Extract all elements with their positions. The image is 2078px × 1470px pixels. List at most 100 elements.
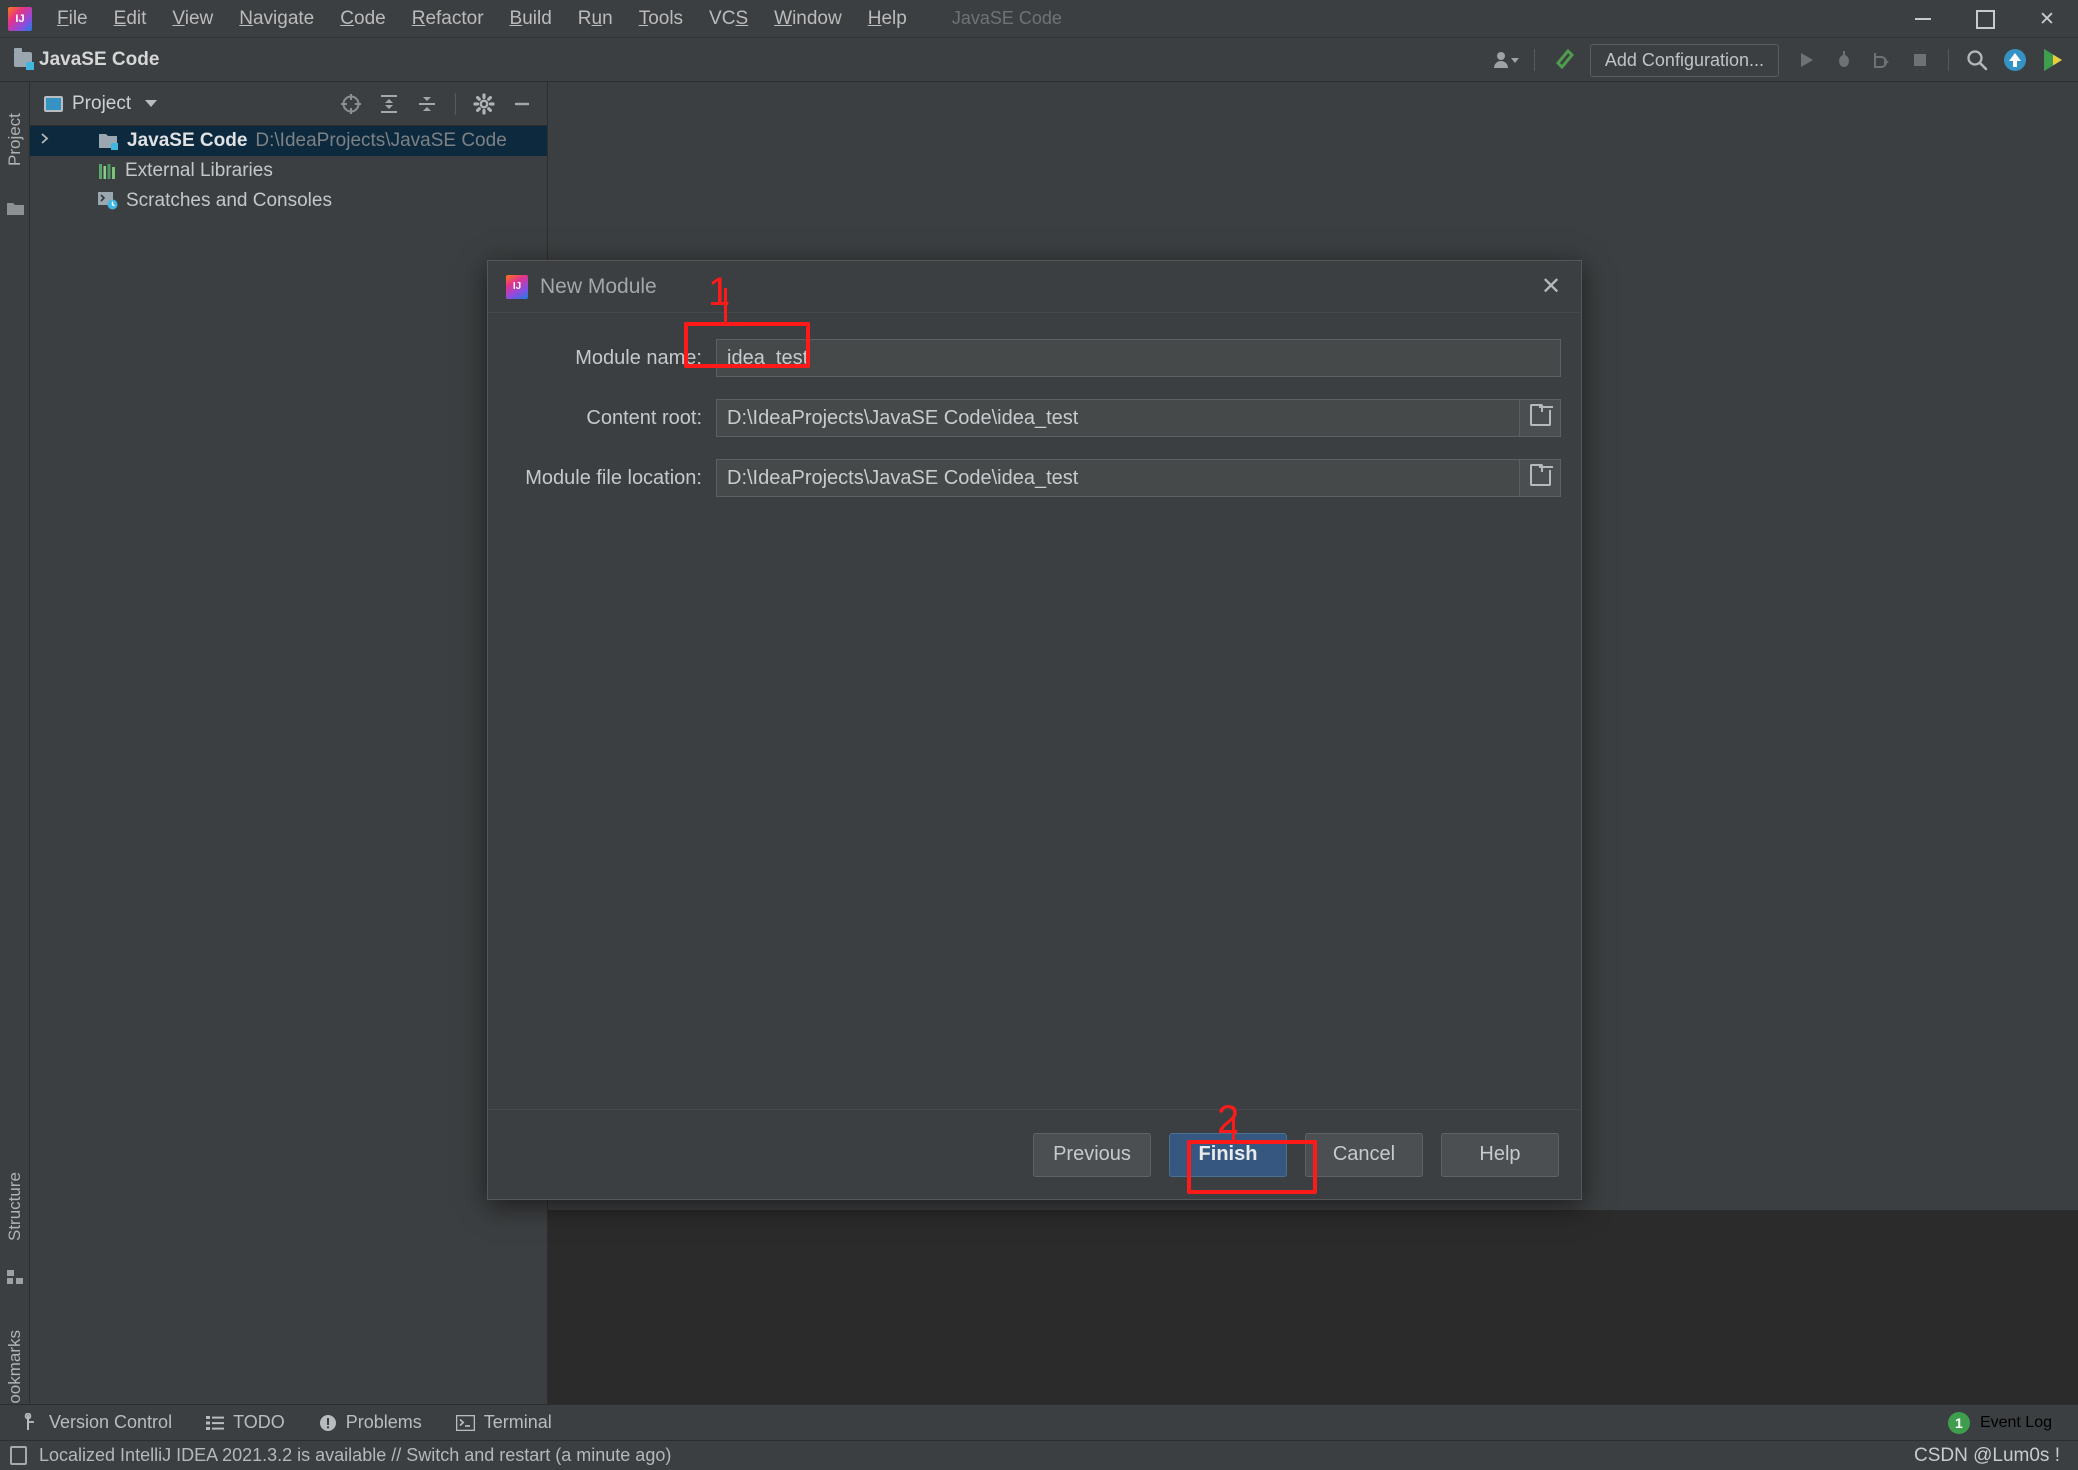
breadcrumb[interactable]: JavaSE Code <box>14 48 160 71</box>
window-controls: ✕ <box>1892 0 2078 38</box>
tree-node-path: D:\IdeaProjects\JavaSE Code <box>255 130 507 151</box>
menu-item-help[interactable]: Help <box>855 4 920 34</box>
module-file-location-input[interactable]: D:\IdeaProjects\JavaSE Code\idea_test <box>716 459 1519 497</box>
event-log-area[interactable]: 1 Event Log <box>1947 1411 2078 1434</box>
menu-item-view[interactable]: View <box>159 4 226 34</box>
menu-item-build[interactable]: Build <box>497 4 565 34</box>
cancel-button[interactable]: Cancel <box>1305 1132 1423 1177</box>
list-icon <box>206 1415 225 1431</box>
expand-arrow-icon[interactable] <box>38 132 51 150</box>
maximize-button[interactable] <box>1954 0 2016 38</box>
menu-item-run[interactable]: Run <box>565 4 626 34</box>
finish-button[interactable]: Finish <box>1169 1132 1287 1177</box>
tool-window-problems[interactable]: Problems <box>319 1412 422 1433</box>
search-everywhere-icon[interactable] <box>1960 43 1994 77</box>
menu-item-file[interactable]: File <box>44 4 101 34</box>
select-opened-file-icon[interactable] <box>334 87 368 121</box>
ide-features-icon[interactable] <box>2036 43 2070 77</box>
dialog-close-button[interactable]: ✕ <box>1531 267 1571 307</box>
menu-item-code[interactable]: Code <box>327 4 398 34</box>
ide-window: IJ File Edit View Navigate Code Refactor Build… <box>0 0 2078 1470</box>
field-label: Content root: <box>586 406 702 429</box>
project-stripe-folder-icon <box>6 200 25 222</box>
content-root-input[interactable]: D:\IdeaProjects\JavaSE Code\idea_test <box>716 399 1519 437</box>
add-configuration-button[interactable]: Add Configuration... <box>1589 43 1779 77</box>
tool-window-bar: Version Control TODO Problems Terminal 1 Ev… <box>0 1404 2078 1440</box>
terminal-icon <box>455 1414 475 1431</box>
folder-icon <box>1529 464 1553 486</box>
new-module-dialog: IJ New Module ✕ Module name: idea_test Con… <box>487 260 1582 1200</box>
close-button[interactable]: ✕ <box>2016 0 2078 38</box>
project-panel-toolbar <box>334 87 539 121</box>
status-message: Localized IntelliJ IDEA 2021.3.2 is avai… <box>39 1445 672 1465</box>
menu-bar: File Edit View Navigate Code Refactor Build Run… <box>44 4 920 34</box>
event-log-badge: 1 <box>1947 1411 1970 1434</box>
project-tree: JavaSE Code D:\IdeaProjects\JavaSE Code Ex… <box>30 126 547 216</box>
tree-node-external-libraries[interactable]: External Libraries <box>30 156 547 186</box>
dialog-body: Module name: idea_test Content root: D:\Ide… <box>488 313 1581 497</box>
stripe-item-structure[interactable]: Structure <box>0 1152 30 1262</box>
stop-icon[interactable] <box>1903 43 1937 77</box>
tree-node-javase-code[interactable]: JavaSE Code D:\IdeaProjects\JavaSE Code <box>30 126 547 156</box>
breadcrumb-label: JavaSE Code <box>39 48 160 70</box>
debug-icon[interactable] <box>1827 43 1861 77</box>
user-account-icon[interactable] <box>1489 43 1523 77</box>
chevron-down-icon[interactable] <box>145 100 158 107</box>
stripe-label-bookmarks: Bookmarks <box>5 1329 24 1415</box>
module-name-input[interactable]: idea_test <box>716 339 1561 377</box>
hammer-build-icon[interactable] <box>1546 43 1580 77</box>
menu-item-vcs[interactable]: VCS <box>696 4 761 34</box>
project-tool-window: Project JavaSE Code D:\IdeaProjects\Java… <box>30 82 548 1418</box>
stripe-label-structure: Structure <box>5 1172 24 1242</box>
run-with-coverage-icon[interactable] <box>1865 43 1899 77</box>
help-button[interactable]: Help <box>1441 1132 1559 1177</box>
tool-window-version-control[interactable]: Version Control <box>24 1412 172 1433</box>
notification-icon[interactable] <box>10 1446 27 1465</box>
tool-window-label: Terminal <box>483 1412 552 1432</box>
menu-item-navigate[interactable]: Navigate <box>226 4 327 34</box>
tool-window-todo[interactable]: TODO <box>206 1412 285 1433</box>
project-folder-icon <box>14 48 34 70</box>
dialog-field-row: Module file location: D:\IdeaProjects\Jav… <box>504 459 1561 497</box>
event-log-label: Event Log <box>1979 1413 2052 1431</box>
dialog-title-bar: IJ New Module ✕ <box>488 261 1581 313</box>
stripe-label-project: Project <box>5 113 24 167</box>
menu-item-tools[interactable]: Tools <box>626 4 696 34</box>
menu-item-window[interactable]: Window <box>761 4 855 34</box>
tool-window-terminal[interactable]: Terminal <box>455 1412 552 1433</box>
browse-folder-button[interactable] <box>1519 399 1561 437</box>
expand-all-icon[interactable] <box>372 87 406 121</box>
intellij-logo-icon: IJ <box>506 274 528 299</box>
navigation-bar: JavaSE Code Add Configuration... <box>0 38 2078 82</box>
update-project-icon[interactable] <box>1998 43 2032 77</box>
settings-gear-icon[interactable] <box>467 87 501 121</box>
menu-item-refactor[interactable]: Refactor <box>399 4 497 34</box>
left-tool-stripe: Project Structure Bookmarks <box>0 82 30 1460</box>
dialog-footer: Previous Finish Cancel Help <box>488 1109 1581 1199</box>
scratches-icon <box>98 192 118 210</box>
dialog-title: New Module <box>540 274 657 298</box>
dialog-field-row: Module name: idea_test <box>504 339 1561 377</box>
run-icon[interactable] <box>1789 43 1823 77</box>
tree-node-scratches-and-consoles[interactable]: Scratches and Consoles <box>30 186 547 216</box>
minimize-button[interactable] <box>1892 0 1954 38</box>
intellij-logo-icon: IJ <box>8 6 32 31</box>
project-panel-title: Project <box>72 92 132 114</box>
tool-window-label: Version Control <box>49 1412 173 1432</box>
toolbar-separator <box>1948 49 1949 71</box>
browse-folder-button[interactable] <box>1519 459 1561 497</box>
collapse-all-icon[interactable] <box>410 87 444 121</box>
dialog-field-row: Content root: D:\IdeaProjects\JavaSE Code… <box>504 399 1561 437</box>
stripe-item-project[interactable]: Project <box>0 90 30 190</box>
libraries-icon <box>98 163 117 180</box>
project-view-icon <box>44 95 63 112</box>
field-label: Module name: <box>575 346 702 369</box>
previous-button[interactable]: Previous <box>1033 1132 1151 1177</box>
warning-icon <box>319 1414 337 1432</box>
tree-node-label: JavaSE Code <box>127 130 248 151</box>
hide-icon[interactable] <box>505 87 539 121</box>
menu-item-edit[interactable]: Edit <box>101 4 160 34</box>
project-folder-icon <box>98 132 119 150</box>
toolbar-separator <box>1533 49 1535 71</box>
project-panel-header: Project <box>30 82 547 126</box>
